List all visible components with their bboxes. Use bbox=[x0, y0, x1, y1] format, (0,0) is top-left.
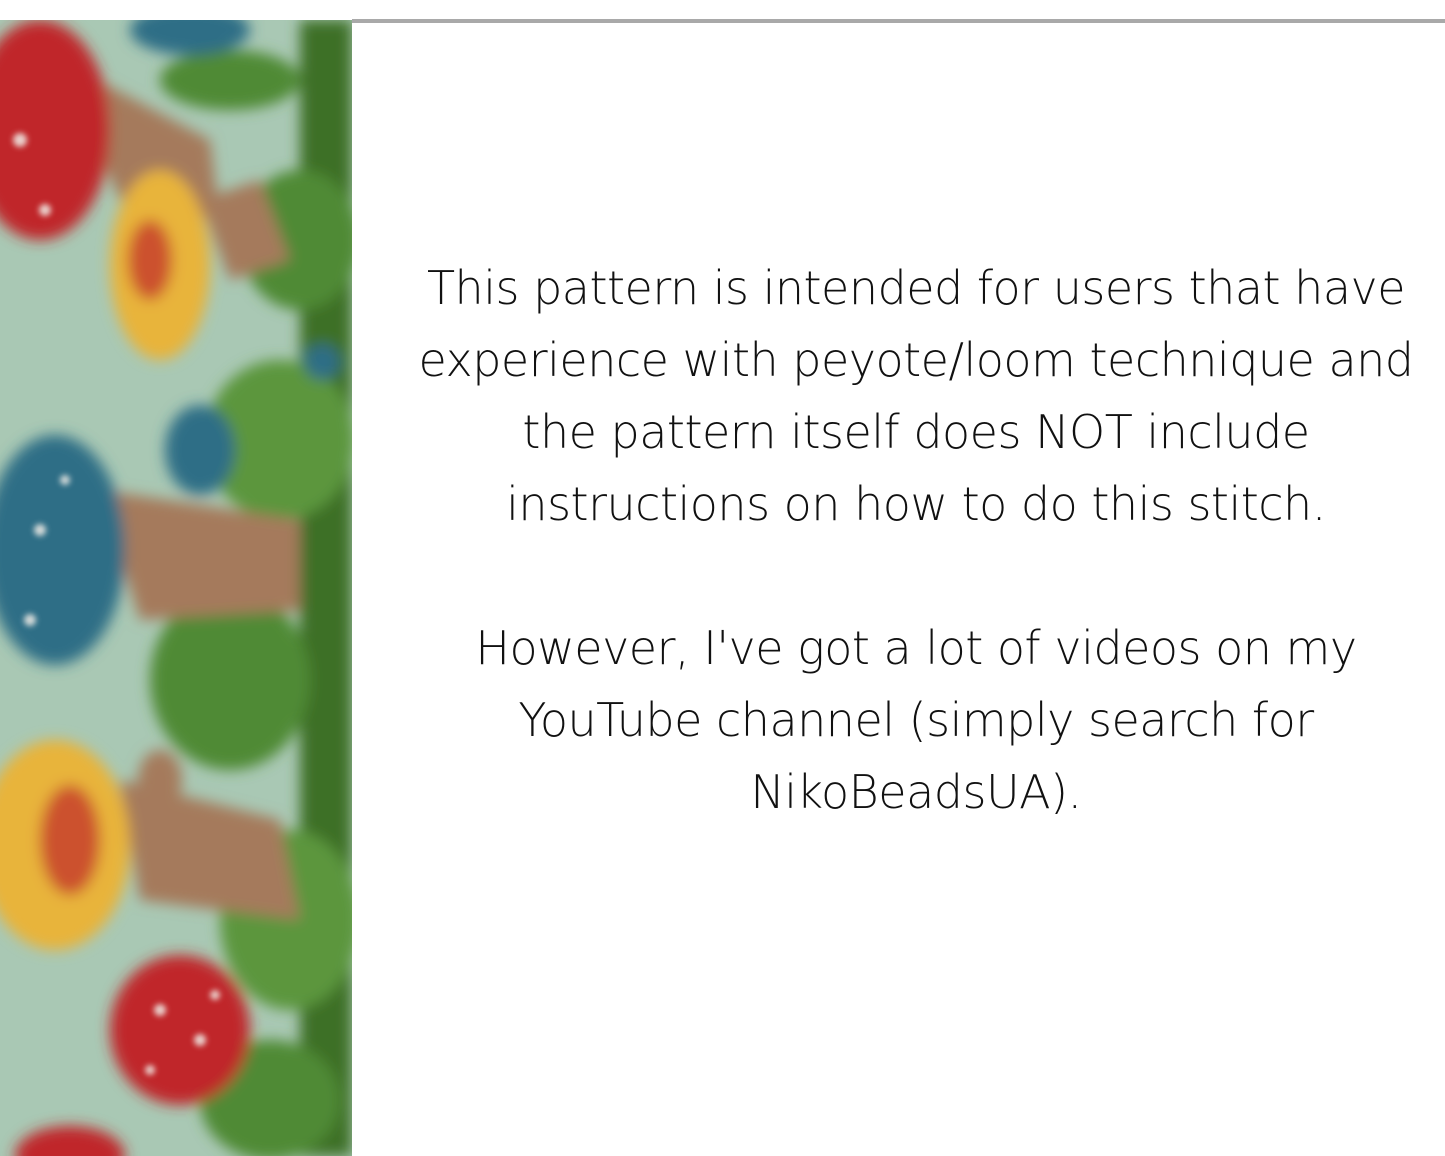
mushroom-pattern-image bbox=[0, 20, 352, 1156]
pattern-info-page: This pattern is intended for users that … bbox=[0, 0, 1445, 1156]
notice-text: This pattern is intended for users that … bbox=[400, 252, 1432, 828]
notice-paragraph-youtube: However, I've got a lot of videos on my … bbox=[475, 621, 1357, 819]
top-divider bbox=[352, 19, 1445, 23]
notice-paragraph-experience: This pattern is intended for users that … bbox=[418, 261, 1414, 531]
